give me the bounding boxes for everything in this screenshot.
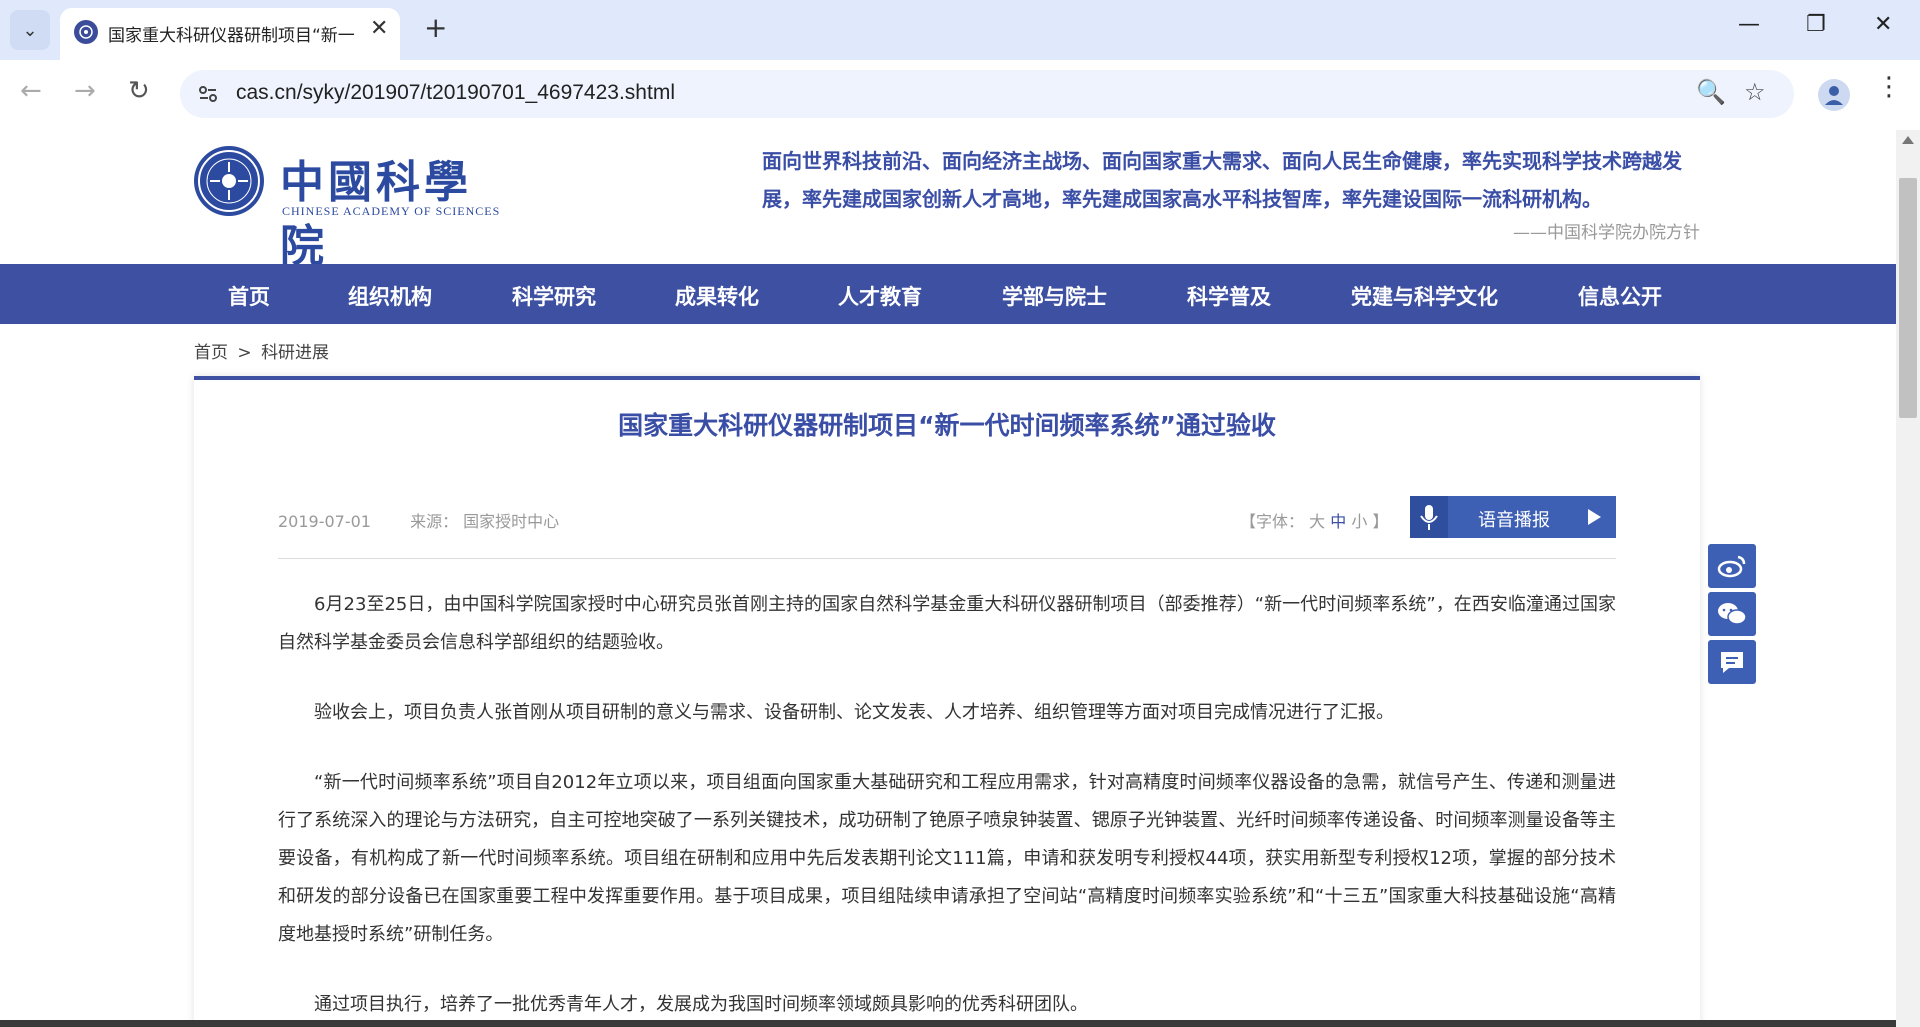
forward-icon[interactable]: → [74,78,96,104]
browser-toolbar: ← → ↻ cas.cn/syky/201907/t20190701_46974… [0,60,1920,130]
zoom-icon[interactable]: 🔍 [1696,80,1726,104]
nav-item-education[interactable]: 人才教育 [838,281,922,311]
tab-search-button[interactable]: ⌄ [10,10,50,50]
nav-item-party-culture[interactable]: 党建与科学文化 [1351,281,1498,311]
breadcrumb-separator: > [237,343,252,363]
breadcrumb-home[interactable]: 首页 [194,343,228,363]
font-size-large[interactable]: 大 [1309,512,1325,531]
reload-icon[interactable]: ↻ [128,78,150,104]
tab-title: 国家重大科研仪器研制项目“新一 [108,26,355,46]
nav-item-home[interactable]: 首页 [228,281,270,311]
site-favicon-icon [74,20,98,44]
browser-tab-bar: ⌄ 国家重大科研仪器研制项目“新一 ✕ + — ❐ ✕ [0,0,1920,60]
font-size-label: 【字体： [1240,512,1305,531]
browser-tab[interactable]: 国家重大科研仪器研制项目“新一 ✕ [60,8,400,60]
article-paragraph: 通过项目执行，培养了一批优秀青年人才，发展成为我国时间频率领域颇具影响的优秀科研… [314,994,1088,1015]
font-size-small[interactable]: 小 [1351,512,1367,531]
motto-source: ——中国科学院办院方针 [1513,223,1700,243]
weibo-icon [1717,555,1746,578]
page-viewport: 中國科學院 CHINESE ACADEMY OF SCIENCES 面向世界科技… [0,130,1896,1027]
article-paragraph: “新一代时间频率系统”项目自2012年立项以来，项目组面向国家重大基础研究和工程… [278,772,1616,945]
cas-emblem-icon [194,146,264,216]
article-paragraph: 验收会上，项目负责人张首刚从项目研制的意义与需求、设备研制、论文发表、人才培养、… [314,702,1394,723]
article-body: 6月23至25日，由中国科学院国家授时中心研究员张首刚主持的国家自然科学基金重大… [278,586,1616,1027]
article-panel: 国家重大科研仪器研制项目“新一代时间频率系统”通过验收 2019-07-01 来… [194,376,1700,1027]
close-tab-icon[interactable]: ✕ [370,18,388,40]
speech-label: 语音播报 [1478,510,1550,531]
minimize-icon[interactable]: — [1738,14,1760,36]
profile-avatar[interactable] [1818,79,1850,111]
taskbar-edge [0,1020,1896,1027]
nav-item-academicians[interactable]: 学部与院士 [1002,281,1107,311]
play-icon [1588,509,1601,525]
cas-motto: 面向世界科技前沿、面向经济主战场、面向国家重大需求、面向人民生命健康，率先实现科… [762,149,1682,211]
article-meta: 2019-07-01 来源： 国家授时中心 [278,508,593,532]
nav-item-research[interactable]: 科学研究 [512,281,596,311]
nav-item-disclosure[interactable]: 信息公开 [1578,281,1662,311]
chevron-down-icon: ⌄ [22,19,38,41]
wechat-icon [1718,603,1747,625]
new-tab-icon[interactable]: + [424,14,447,42]
close-window-icon[interactable]: ✕ [1874,14,1892,36]
browser-menu-icon[interactable]: ⋮ [1876,74,1902,100]
breadcrumb-current[interactable]: 科研进展 [261,343,329,363]
nav-item-transfer[interactable]: 成果转化 [675,281,759,311]
font-size-medium[interactable]: 中 [1330,512,1346,531]
logo-english-text: CHINESE ACADEMY OF SCIENCES [282,204,501,218]
back-icon[interactable]: ← [20,78,42,104]
article-title: 国家重大科研仪器研制项目“新一代时间频率系统”通过验收 [618,411,1276,440]
nav-item-organization[interactable]: 组织机构 [348,281,432,311]
font-size-end: 】 [1372,512,1389,531]
bookmark-star-icon[interactable]: ☆ [1744,80,1766,104]
page-scrollbar[interactable] [1896,130,1920,1027]
restore-icon[interactable]: ❐ [1806,14,1826,36]
url-text: cas.cn/syky/201907/t20190701_4697423.sht… [236,81,675,104]
article-paragraph: 6月23至25日，由中国科学院国家授时中心研究员张首刚主持的国家自然科学基金重大… [278,594,1616,653]
cas-logo[interactable]: 中國科學院 CHINESE ACADEMY OF SCIENCES [194,142,504,272]
speech-play-button[interactable]: 语音播报 [1410,496,1616,538]
share-comment-button[interactable] [1708,640,1756,684]
site-info-icon[interactable] [194,80,222,108]
font-size-control: 【字体： 大 中 小 】 [1240,508,1388,532]
article-source: 来源： 国家授时中心 [410,512,560,531]
nav-item-popularization[interactable]: 科学普及 [1187,281,1271,311]
comment-icon [1721,652,1743,673]
breadcrumb: 首页 > 科研进展 [194,338,333,363]
share-weibo-button[interactable] [1708,544,1756,588]
scrollbar-thumb[interactable] [1899,178,1917,418]
microphone-icon [1410,496,1448,538]
article-date: 2019-07-01 [278,512,371,531]
main-nav: 首页 组织机构 科学研究 成果转化 人才教育 学部与院士 科学普及 党建与科学文… [0,264,1896,324]
address-bar[interactable]: cas.cn/syky/201907/t20190701_4697423.sht… [180,70,1794,118]
scroll-up-icon[interactable] [1902,136,1914,144]
meta-divider [278,558,1616,559]
share-wechat-button[interactable] [1708,592,1756,636]
